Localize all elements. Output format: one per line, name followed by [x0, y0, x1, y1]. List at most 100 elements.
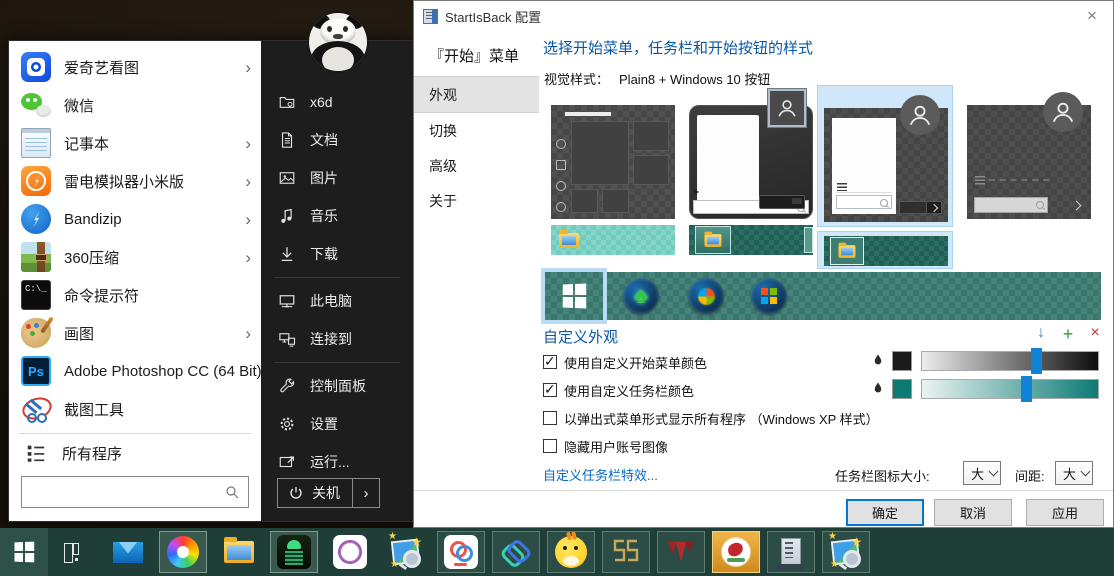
ok-button[interactable]: 确定 — [846, 499, 924, 526]
clover-orb-icon[interactable]: ♣ — [623, 278, 659, 314]
taskbar-preview-windows10[interactable] — [551, 225, 675, 255]
option-hide-user-avatar[interactable]: 隐藏用户账号图像 — [543, 437, 668, 455]
taskbar-thumb-plain8-selected[interactable] — [817, 231, 953, 269]
droplet-icon[interactable] — [871, 380, 885, 396]
search-input[interactable] — [30, 483, 224, 501]
sidebar-item-label: 关于 — [429, 191, 457, 211]
downloads-item[interactable]: 下载 — [261, 235, 414, 273]
dialog-titlebar[interactable]: StartIsBack 配置 × — [414, 1, 1113, 31]
checkbox-unchecked[interactable] — [543, 411, 557, 425]
chevron-down-icon — [1081, 467, 1091, 477]
taskbar-circle-app-button[interactable] — [326, 528, 374, 576]
taskbar-preview-plain8[interactable] — [824, 236, 948, 266]
user-avatar[interactable] — [309, 13, 367, 71]
checkbox-checked[interactable] — [543, 355, 557, 369]
style-thumb-windows10[interactable] — [551, 87, 675, 255]
style-thumb-aero[interactable] — [689, 87, 813, 255]
download-icon — [278, 245, 296, 263]
sidebar-item-about[interactable]: 关于 — [414, 183, 539, 218]
taskbar-orange-logo-app-button[interactable] — [712, 531, 760, 573]
all-programs-button[interactable]: 所有程序 — [9, 436, 261, 470]
start-button-style-windows10-selected[interactable] — [541, 268, 607, 324]
style-preview-aero[interactable] — [689, 97, 813, 219]
add-theme-icon[interactable]: + — [1058, 324, 1078, 345]
spacing-dropdown[interactable]: 大 — [1055, 461, 1093, 485]
taskbar-mail-button[interactable] — [104, 528, 152, 576]
start-menu-item-snipping-tool[interactable]: 截图工具 — [9, 390, 261, 428]
run-item[interactable]: 运行... — [261, 443, 414, 481]
taskbar-chain-app-button[interactable] — [492, 531, 540, 573]
settings-item[interactable]: 设置 — [261, 405, 414, 443]
style-preview-plain8[interactable] — [824, 108, 948, 222]
taskbar-photos-button[interactable]: ★★★ — [382, 528, 430, 576]
droplet-icon[interactable] — [871, 352, 885, 368]
shutdown-button[interactable]: 关机 — [277, 478, 353, 508]
start-menu-item-wechat[interactable]: 微信 — [9, 86, 261, 124]
close-button[interactable]: × — [1071, 1, 1113, 31]
icon-size-dropdown[interactable]: 大 — [963, 461, 1001, 485]
start-menu-item-cmd[interactable]: 命令提示符 — [9, 276, 261, 314]
taskbar-preview-aero[interactable] — [689, 225, 813, 255]
pictures-item[interactable]: 图片 — [261, 159, 414, 197]
this-pc-item[interactable]: 此电脑 — [261, 282, 414, 320]
taskbar-task-view-button[interactable] — [48, 528, 96, 576]
taskbar-android-emulator-button[interactable] — [270, 531, 318, 573]
windows-7-orb-icon[interactable] — [688, 278, 724, 314]
visual-style-value: Plain8 + Windows 10 按钮 — [619, 72, 770, 87]
sidebar-item-label: 外观 — [429, 85, 457, 105]
sidebar-item-switching[interactable]: 切换 — [414, 113, 539, 148]
cancel-button[interactable]: 取消 — [934, 499, 1012, 526]
style-preview-windows10[interactable] — [551, 105, 675, 219]
search-icon — [224, 484, 240, 500]
documents-item[interactable]: 文档 — [261, 121, 414, 159]
startmenu-color-swatch[interactable] — [892, 351, 912, 371]
download-theme-icon[interactable]: ↓ — [1031, 324, 1051, 342]
slider-handle[interactable] — [1021, 376, 1032, 402]
taskbar-server-app-button[interactable] — [767, 531, 815, 573]
taskbar-color-slider[interactable] — [921, 379, 1099, 399]
sidebar-item-appearance[interactable]: 外观 — [414, 76, 539, 113]
taskbar-photos2-button[interactable]: ★★★ — [822, 531, 870, 573]
start-menu-search-box[interactable] — [21, 476, 249, 508]
shutdown-options-button[interactable]: › — [353, 478, 380, 508]
taskbar-ss-app-button[interactable] — [602, 531, 650, 573]
control-panel-item[interactable]: 控制面板 — [261, 367, 414, 405]
style-preview-plain-dark[interactable] — [967, 105, 1091, 219]
taskbar-color-swatch[interactable] — [892, 379, 912, 399]
apply-button[interactable]: 应用 — [1026, 499, 1104, 526]
taskbar-start-button[interactable] — [0, 528, 48, 576]
checkbox-checked[interactable] — [543, 383, 557, 397]
start-menu-item-360zip[interactable]: 360压缩 › — [9, 238, 261, 276]
submenu-arrow-icon: › — [245, 211, 251, 228]
option-custom-taskbar-color[interactable]: 使用自定义任务栏颜色 — [543, 381, 694, 399]
start-menu-item-leidian[interactable]: 雷电模拟器小米版 › — [9, 162, 261, 200]
dialog-content: 选择开始菜单，任务栏和开始按钮的样式 视觉样式：Plain8 + Windows… — [539, 31, 1113, 527]
option-custom-startmenu-color[interactable]: 使用自定义开始菜单颜色 — [543, 353, 707, 371]
option-xp-style-all-programs[interactable]: 以弹出式菜单形式显示所有程序 （Windows XP 样式） — [543, 409, 879, 427]
item-label: 图片 — [310, 168, 338, 188]
start-menu-item-photoshop[interactable]: Adobe Photoshop CC (64 Bit) › — [9, 352, 261, 390]
style-thumb-plain-dark[interactable] — [967, 87, 1091, 219]
slider-handle[interactable] — [1031, 348, 1042, 374]
remove-theme-icon[interactable]: × — [1085, 324, 1105, 342]
sidebar-item-advanced[interactable]: 高级 — [414, 148, 539, 183]
music-item[interactable]: 音乐 — [261, 197, 414, 235]
start-menu-item-bandizip[interactable]: Bandizip › — [9, 200, 261, 238]
startmenu-color-slider[interactable] — [921, 351, 1099, 371]
start-menu-item-iqiyi[interactable]: 爱奇艺看图 › — [9, 48, 261, 86]
start-menu-item-notepad[interactable]: 记事本 › — [9, 124, 261, 162]
checkbox-unchecked[interactable] — [543, 439, 557, 453]
item-label: 360压缩 — [64, 247, 119, 268]
taskbar-red-arrows-app-button[interactable] — [657, 531, 705, 573]
style-thumb-plain8-selected[interactable] — [817, 85, 953, 227]
connect-to-item[interactable]: 连接到 — [261, 320, 414, 358]
taskbar-circles-app-button[interactable] — [437, 531, 485, 573]
windows-colored-flag-orb-icon[interactable] — [751, 278, 787, 314]
user-folder-item[interactable]: x6d — [261, 83, 414, 121]
taskbar: ★★★ ★★★ — [0, 528, 1114, 576]
taskbar-explorer-button[interactable] — [215, 528, 263, 576]
taskbar-browser-button[interactable] — [159, 531, 207, 573]
start-menu-item-paint[interactable]: 画图 › — [9, 314, 261, 352]
taskbar-chick-app-button[interactable] — [547, 531, 595, 573]
startisback-app-icon — [423, 9, 438, 24]
